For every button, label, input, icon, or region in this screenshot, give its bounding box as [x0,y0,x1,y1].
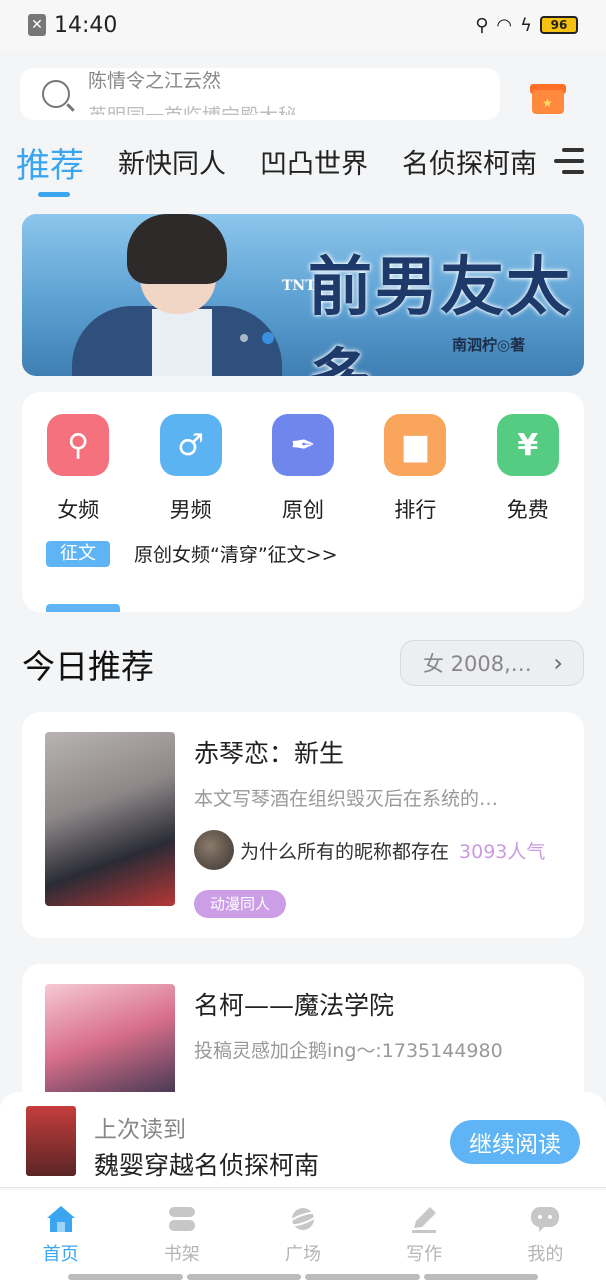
category-label: 原创 [281,498,324,522]
book-tag[interactable]: 动漫同人 [194,890,287,918]
profile-icon [531,1207,560,1232]
search-suggestion: 陈情令之江云然 [88,69,222,92]
continue-reading-button[interactable]: 继续阅读 [450,1120,580,1164]
category-label: 排行 [394,498,437,522]
category-label: 男频 [169,498,212,522]
book-desc: 投稿灵感加企鹅ing～:1735144980 [194,1040,503,1062]
channel-tabs: 推荐 新快同人 凹凸世界 名侦探柯南 [16,138,556,200]
category-label: 女频 [57,498,100,522]
notice-tag: 征文 [46,540,110,567]
category-original[interactable]: ✒ 原创 [247,414,359,524]
nav-label: 首页 [42,1244,79,1265]
filter-label: 女 2008,… [423,652,532,676]
search-suggestion-next: 英明同一首临博宁殿大秘 [88,101,297,115]
category-female[interactable]: ⚲ 女频 [22,414,134,524]
popularity-count: 3093人气 [459,840,546,863]
nav-square[interactable]: 广场 [242,1190,363,1280]
banner-illustration [52,214,282,376]
book-title: 赤琴恋：新生 [194,739,345,768]
battery-icon: 96 [540,16,578,34]
nav-bookshelf[interactable]: 书架 [121,1190,242,1280]
notice-tag-next [46,604,120,612]
yen-icon: ¥ [496,414,559,476]
planet-icon [287,1208,319,1230]
book-cover [26,1106,76,1176]
category-ranking[interactable]: ▆ 排行 [359,414,471,524]
nav-write[interactable]: 写作 [364,1190,485,1280]
nav-profile[interactable]: 我的 [485,1190,606,1280]
home-icon [46,1206,75,1232]
search-icon [42,80,70,108]
nav-label: 书架 [163,1244,200,1265]
category-card: ⚲ 女频 ♂ 男频 ✒ 原创 ▆ 排行 ¥ 免费 征文 原创女频“清穿”征文>> [22,392,584,612]
notice-text: 原创女频“清穿”征文>> [134,544,338,566]
notice-item[interactable]: 征文 原创女频“清穿”征文>> [46,540,338,567]
author-name: 为什么所有的昵称都存在 [240,840,450,863]
chevron-right-icon: › [553,649,563,677]
book-cover [45,732,175,906]
nav-label: 广场 [284,1244,321,1265]
author-row: 为什么所有的昵称都存在 3093人气 [194,830,545,870]
tab-conan[interactable]: 名侦探柯南 [402,138,537,181]
filter-button[interactable]: 女 2008,… › [400,640,584,686]
nav-home[interactable]: 首页 [0,1190,121,1280]
carousel-dot-active [262,332,274,344]
location-icon: ⚲ [475,14,489,36]
nav-label: 我的 [527,1244,564,1265]
banner-author: 南泗柠◎著 [452,336,526,354]
status-time: 14:40 [54,12,118,38]
wifi-icon: ◠ [496,14,513,36]
avatar [194,830,234,870]
tab-xinkuai-tongren[interactable]: 新快同人 [118,138,226,181]
status-bar: ✕ 14:40 ⚲ ◠ ϟ 96 [0,0,606,50]
continue-label: 上次读到 [94,1117,186,1143]
carousel-dot [240,334,248,342]
tab-aotu-world[interactable]: 凹凸世界 [260,138,368,181]
category-label: 免费 [506,498,549,522]
bookshelf-icon [168,1207,195,1231]
notification-icon: ✕ [28,14,46,36]
section-title: 今日推荐 [22,647,154,686]
nav-label: 写作 [406,1244,443,1265]
search-bar[interactable]: 陈情令之江云然 英明同一首临博宁殿大秘 [20,68,500,120]
female-icon: ⚲ [47,414,110,476]
ranking-icon: ▆ [384,414,447,476]
gesture-bar [68,1274,538,1280]
gift-icon[interactable]: ★ [530,78,566,114]
write-icon [412,1207,437,1233]
male-icon: ♂ [159,414,222,476]
pen-nib-icon: ✒ [271,414,334,476]
category-male[interactable]: ♂ 男频 [134,414,246,524]
continue-reading-bar[interactable]: 上次读到 魏婴穿越名侦探柯南 继续阅读 [0,1092,606,1188]
book-title: 名柯——魔法学院 [194,991,395,1020]
banner-title: 前男友太多 [308,250,572,376]
continue-book-title: 魏婴穿越名侦探柯南 [94,1151,320,1180]
category-free[interactable]: ¥ 免费 [472,414,584,524]
book-desc: 本文写琴酒在组织毁灭后在系统的… [194,788,499,810]
book-card[interactable]: 赤琴恋：新生 本文写琴酒在组织毁灭后在系统的… 为什么所有的昵称都存在 3093… [22,712,584,938]
menu-icon[interactable] [550,146,584,176]
tab-recommend[interactable]: 推荐 [16,138,84,197]
charging-icon: ϟ [520,14,532,36]
bottom-nav: 首页 书架 广场 写作 我的 [0,1190,606,1280]
